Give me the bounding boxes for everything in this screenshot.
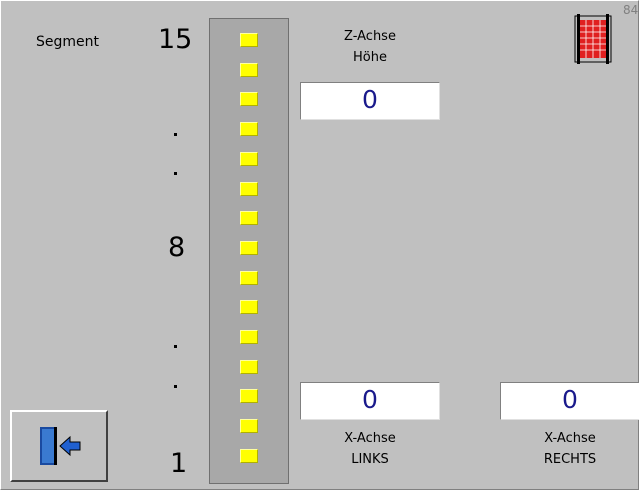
segment-label: Segment bbox=[36, 34, 99, 50]
scale-top-number: 15 bbox=[158, 24, 193, 55]
scale-dot bbox=[174, 345, 177, 348]
scale-dot bbox=[174, 133, 177, 136]
segment-indicator bbox=[240, 241, 258, 255]
z-axis-caption-line2: Höhe bbox=[353, 50, 387, 65]
exit-button[interactable] bbox=[10, 410, 108, 482]
x-right-value-field[interactable]: 0 bbox=[500, 382, 639, 420]
corner-number: 84 bbox=[623, 3, 639, 17]
z-axis-caption: Z-Achse Höhe bbox=[300, 26, 440, 68]
x-left-caption-line2: LINKS bbox=[351, 452, 389, 467]
segment-indicator bbox=[240, 33, 258, 47]
segment-indicator bbox=[240, 389, 258, 403]
segment-indicator bbox=[240, 271, 258, 285]
segment-indicator bbox=[240, 92, 258, 106]
x-right-caption-line1: X-Achse bbox=[544, 431, 596, 446]
segment-indicator bbox=[240, 449, 258, 463]
scale-dot bbox=[174, 172, 177, 175]
x-right-caption-line2: RECHTS bbox=[543, 452, 597, 467]
segment-indicator bbox=[240, 211, 258, 225]
segment-indicator bbox=[240, 419, 258, 433]
segment-indicator bbox=[240, 63, 258, 77]
x-left-caption-line1: X-Achse bbox=[344, 431, 396, 446]
scale-dot bbox=[174, 385, 177, 388]
segment-indicator bbox=[240, 122, 258, 136]
x-right-caption: X-Achse RECHTS bbox=[500, 428, 639, 470]
z-axis-value-field[interactable]: 0 bbox=[300, 82, 440, 120]
z-axis-caption-line1: Z-Achse bbox=[344, 29, 396, 44]
segment-indicator bbox=[240, 360, 258, 374]
scale-middle-number: 8 bbox=[168, 232, 186, 263]
segment-indicator bbox=[240, 330, 258, 344]
grid-rack-icon[interactable] bbox=[574, 12, 614, 70]
x-left-caption: X-Achse LINKS bbox=[300, 428, 440, 470]
scale-bottom-number: 1 bbox=[170, 448, 188, 479]
x-left-value-field[interactable]: 0 bbox=[300, 382, 440, 420]
segment-indicator bbox=[240, 300, 258, 314]
segment-indicator bbox=[240, 152, 258, 166]
segment-indicator bbox=[240, 182, 258, 196]
